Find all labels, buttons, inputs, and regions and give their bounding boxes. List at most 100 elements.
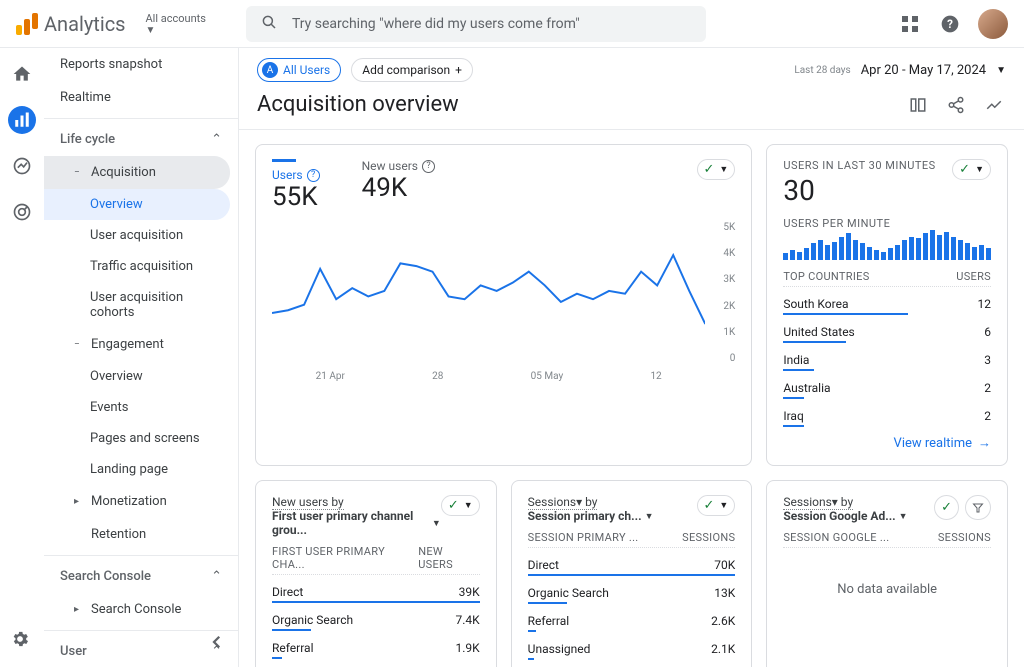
table-row: Organic Search7.4K — [272, 607, 480, 629]
chevron-up-icon: ⌃ — [211, 569, 222, 584]
nav-section-search-console[interactable]: Search Console⌃ — [44, 560, 238, 593]
nav-section-lifecycle[interactable]: Life cycle⌃ — [44, 123, 238, 156]
nav-search-console[interactable]: ▸Search Console — [44, 593, 238, 626]
avatar[interactable] — [978, 9, 1008, 39]
card-sessions-by-channel: Sessions▾ by Session primary ch...▼ ✓▼ S… — [511, 480, 753, 667]
chevron-down-icon: ▼ — [975, 164, 984, 175]
upm-label: USERS PER MINUTE — [783, 217, 991, 230]
home-icon[interactable] — [8, 60, 36, 88]
new-users-value: 49K — [362, 173, 435, 203]
users-value: 55K — [272, 182, 320, 212]
nav-traffic-acquisition[interactable]: Traffic acquisition — [44, 251, 238, 282]
svg-text:?: ? — [947, 17, 953, 31]
logo[interactable]: Analytics — [16, 12, 126, 36]
chevron-down-icon: ▼ — [645, 511, 654, 522]
share-icon[interactable] — [944, 93, 968, 117]
nav-pages-screens[interactable]: Pages and screens — [44, 423, 238, 454]
card-menu[interactable]: ✓▼ — [697, 159, 736, 180]
col-countries: TOP COUNTRIES — [783, 270, 869, 283]
chevron-down-icon: ▼ — [996, 65, 1006, 76]
table-row: Referral1.9K — [272, 635, 480, 657]
expand-icon: ▸ — [74, 496, 83, 507]
chip-badge: A — [262, 62, 278, 78]
nav-acquisition[interactable]: −Acquisition — [44, 156, 230, 189]
analytics-logo-icon — [16, 13, 38, 35]
card-menu[interactable]: ✓ — [934, 495, 959, 520]
nav-monetization[interactable]: ▸Monetization — [44, 485, 238, 518]
nav-acq-overview[interactable]: Overview — [44, 189, 230, 220]
nav-eng-overview[interactable]: Overview — [44, 361, 238, 392]
chevron-down-icon: ▼ — [719, 500, 728, 511]
table-row: Organic Search13K — [528, 580, 736, 602]
info-icon: ? — [307, 169, 320, 182]
users-label[interactable]: Users? — [272, 168, 320, 182]
search-input[interactable]: Try searching "where did my users come f… — [246, 6, 706, 42]
info-icon: ? — [422, 160, 435, 173]
advertising-icon[interactable] — [8, 198, 36, 226]
nav-user-acq-cohorts[interactable]: User acquisition cohorts — [44, 282, 238, 328]
dimension-dropdown[interactable]: Session Google Ad...▼ — [783, 509, 934, 523]
collapse-icon: − — [74, 339, 83, 350]
collapse-nav-icon[interactable] — [208, 633, 226, 655]
check-icon: ✓ — [448, 498, 459, 513]
side-nav: Reports snapshot Realtime Life cycle⌃ −A… — [44, 48, 239, 667]
date-range-text: Apr 20 - May 17, 2024 — [861, 63, 986, 78]
settings-icon[interactable] — [10, 629, 30, 653]
check-icon: ✓ — [704, 162, 715, 177]
card-menu[interactable]: ✓▼ — [441, 495, 480, 516]
table-row: Organic Social746 — [272, 663, 480, 667]
table-row: United States6 — [783, 319, 991, 341]
col-val: NEW USERS — [418, 545, 479, 571]
new-users-label[interactable]: New users? — [362, 159, 435, 173]
col-users: USERS — [956, 270, 991, 283]
card-menu[interactable]: ✓▼ — [697, 495, 736, 516]
nav-realtime[interactable]: Realtime — [44, 81, 238, 114]
collapse-icon: − — [74, 167, 83, 178]
card-sessions-by-ads: Sessions▾ by Session Google Ad...▼ ✓ SES… — [766, 480, 1008, 667]
chip-all-users[interactable]: AAll Users — [257, 58, 341, 82]
help-icon[interactable]: ? — [938, 12, 962, 36]
no-data-text: No data available — [783, 552, 991, 627]
reports-icon[interactable] — [8, 106, 36, 134]
add-comparison-button[interactable]: Add comparison+ — [351, 58, 473, 82]
nav-events[interactable]: Events — [44, 392, 238, 423]
filter-icon[interactable] — [965, 495, 991, 520]
rt-value: 30 — [783, 174, 952, 207]
dimension-dropdown[interactable]: First user primary channel grou...▼ — [272, 509, 441, 537]
col-dim: SESSION PRIMARY ... — [528, 531, 639, 544]
table-row: Direct70K — [528, 552, 736, 574]
card-menu[interactable]: ✓▼ — [952, 159, 991, 180]
plus-icon: + — [455, 63, 462, 77]
explore-icon[interactable] — [8, 152, 36, 180]
nav-landing-page[interactable]: Landing page — [44, 454, 238, 485]
date-hint: Last 28 days — [794, 65, 850, 76]
insights-icon[interactable] — [982, 93, 1006, 117]
col-dim: SESSION GOOGLE ... — [783, 531, 889, 544]
col-val: SESSIONS — [938, 531, 991, 544]
nav-engagement[interactable]: −Engagement — [44, 328, 238, 361]
apps-icon[interactable] — [898, 12, 922, 36]
card-new-users-by-channel: New users by First user primary channel … — [255, 480, 497, 667]
expand-icon: ▸ — [74, 604, 83, 615]
dimension-dropdown[interactable]: Session primary ch...▼ — [528, 509, 697, 523]
table-row: Unassigned2.1K — [528, 636, 736, 658]
card-users-trend: Users? 55K New users? 49K ✓▼ 5K4K3K2K1K0… — [255, 144, 752, 466]
view-realtime-link[interactable]: View realtime→ — [783, 435, 991, 451]
nav-retention[interactable]: Retention — [44, 518, 238, 551]
metric-underline — [272, 159, 296, 162]
chevron-down-icon: ▼ — [464, 500, 473, 511]
nav-user-acquisition[interactable]: User acquisition — [44, 220, 238, 251]
chevron-up-icon: ⌃ — [211, 132, 222, 147]
search-placeholder: Try searching "where did my users come f… — [292, 16, 580, 32]
brand-text: Analytics — [44, 12, 126, 36]
col-dim: FIRST USER PRIMARY CHA... — [272, 545, 418, 571]
nav-reports-snapshot[interactable]: Reports snapshot — [44, 48, 238, 81]
left-rail — [0, 48, 44, 667]
bar-sparkline — [783, 230, 991, 260]
chevron-down-icon: ▼ — [719, 164, 728, 175]
date-range-picker[interactable]: Last 28 days Apr 20 - May 17, 2024 ▼ — [794, 63, 1006, 78]
col-val: SESSIONS — [682, 531, 735, 544]
account-selector[interactable]: All accounts ▼ — [146, 12, 206, 36]
check-icon: ✓ — [704, 498, 715, 513]
customize-icon[interactable] — [906, 93, 930, 117]
